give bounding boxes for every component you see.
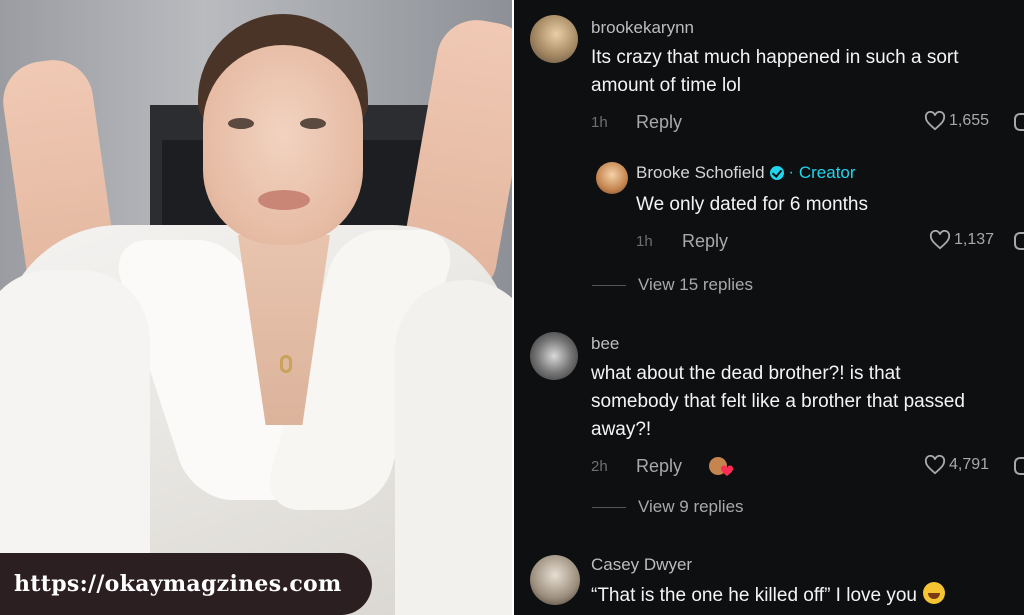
dislike-icon[interactable] (1014, 457, 1024, 475)
robe-sleeve-right (395, 280, 512, 615)
video-still (0, 0, 512, 615)
comment-text: Its crazy that much happened in such a s… (591, 47, 959, 68)
lips (258, 190, 310, 210)
comment-text: amount of time lol (591, 75, 741, 96)
comment-text: away?! (591, 419, 652, 440)
comment-text: “That is the one he killed off” I love y… (591, 585, 917, 606)
comment-time: 1h (636, 233, 653, 250)
creator-header: Brooke Schofield · Creator (636, 163, 856, 183)
like-count: 1,655 (949, 112, 990, 129)
heart-icon (924, 455, 946, 475)
right-eye (300, 118, 326, 129)
comment-username[interactable]: brookekarynn (591, 18, 694, 38)
reply-button[interactable]: Reply (636, 112, 682, 133)
comment-time: 1h (591, 114, 608, 131)
view-replies-button[interactable]: View 15 replies (592, 275, 753, 295)
laughing-emoji-icon (923, 582, 945, 604)
comment-username[interactable]: Brooke Schofield (636, 163, 765, 183)
like-count: 4,791 (949, 456, 990, 473)
view-replies-label: View 15 replies (638, 275, 753, 294)
watermark-pill: https://okaymagzines.com (0, 553, 372, 615)
creator-liked-icon (709, 457, 734, 476)
comment-username[interactable]: bee (591, 334, 619, 354)
view-replies-label: View 9 replies (638, 497, 744, 516)
comment-text: somebody that felt like a brother that p… (591, 391, 965, 412)
left-eye (228, 118, 254, 129)
comments-panel: brookekarynn Its crazy that much happene… (514, 0, 1024, 615)
screenshot-stage: https://okaymagzines.com brookekarynn It… (0, 0, 1024, 615)
heart-icon (924, 111, 946, 131)
separator-dot: · (788, 164, 794, 181)
reply-button[interactable]: Reply (636, 456, 682, 477)
avatar[interactable] (530, 555, 580, 605)
reply-button[interactable]: Reply (682, 231, 728, 252)
like-count: 1,137 (954, 231, 995, 248)
verified-badge-icon (769, 166, 784, 180)
comment-text-row: “That is the one he killed off” I love y… (591, 582, 945, 610)
comment-time: 2h (591, 458, 608, 475)
like-button[interactable]: 1,137 (929, 230, 994, 250)
comment-username[interactable]: Casey Dwyer (591, 555, 692, 575)
heart-icon (929, 230, 951, 250)
avatar[interactable] (596, 162, 628, 194)
like-button[interactable]: 1,655 (924, 111, 989, 131)
like-button[interactable]: 4,791 (924, 455, 989, 475)
comment-text: We only dated for 6 months (636, 194, 868, 215)
dislike-icon[interactable] (1014, 113, 1024, 131)
divider (592, 284, 626, 286)
face (203, 45, 363, 245)
dislike-icon[interactable] (1014, 232, 1024, 250)
avatar[interactable] (530, 15, 578, 63)
creator-badge: Creator (798, 163, 856, 182)
comment-text: what about the dead brother?! is that (591, 363, 901, 384)
watermark-url: https://okaymagzines.com (14, 571, 342, 597)
view-replies-button[interactable]: View 9 replies (592, 497, 744, 517)
necklace-pendant (280, 355, 292, 373)
divider (592, 506, 626, 508)
avatar[interactable] (530, 332, 578, 380)
